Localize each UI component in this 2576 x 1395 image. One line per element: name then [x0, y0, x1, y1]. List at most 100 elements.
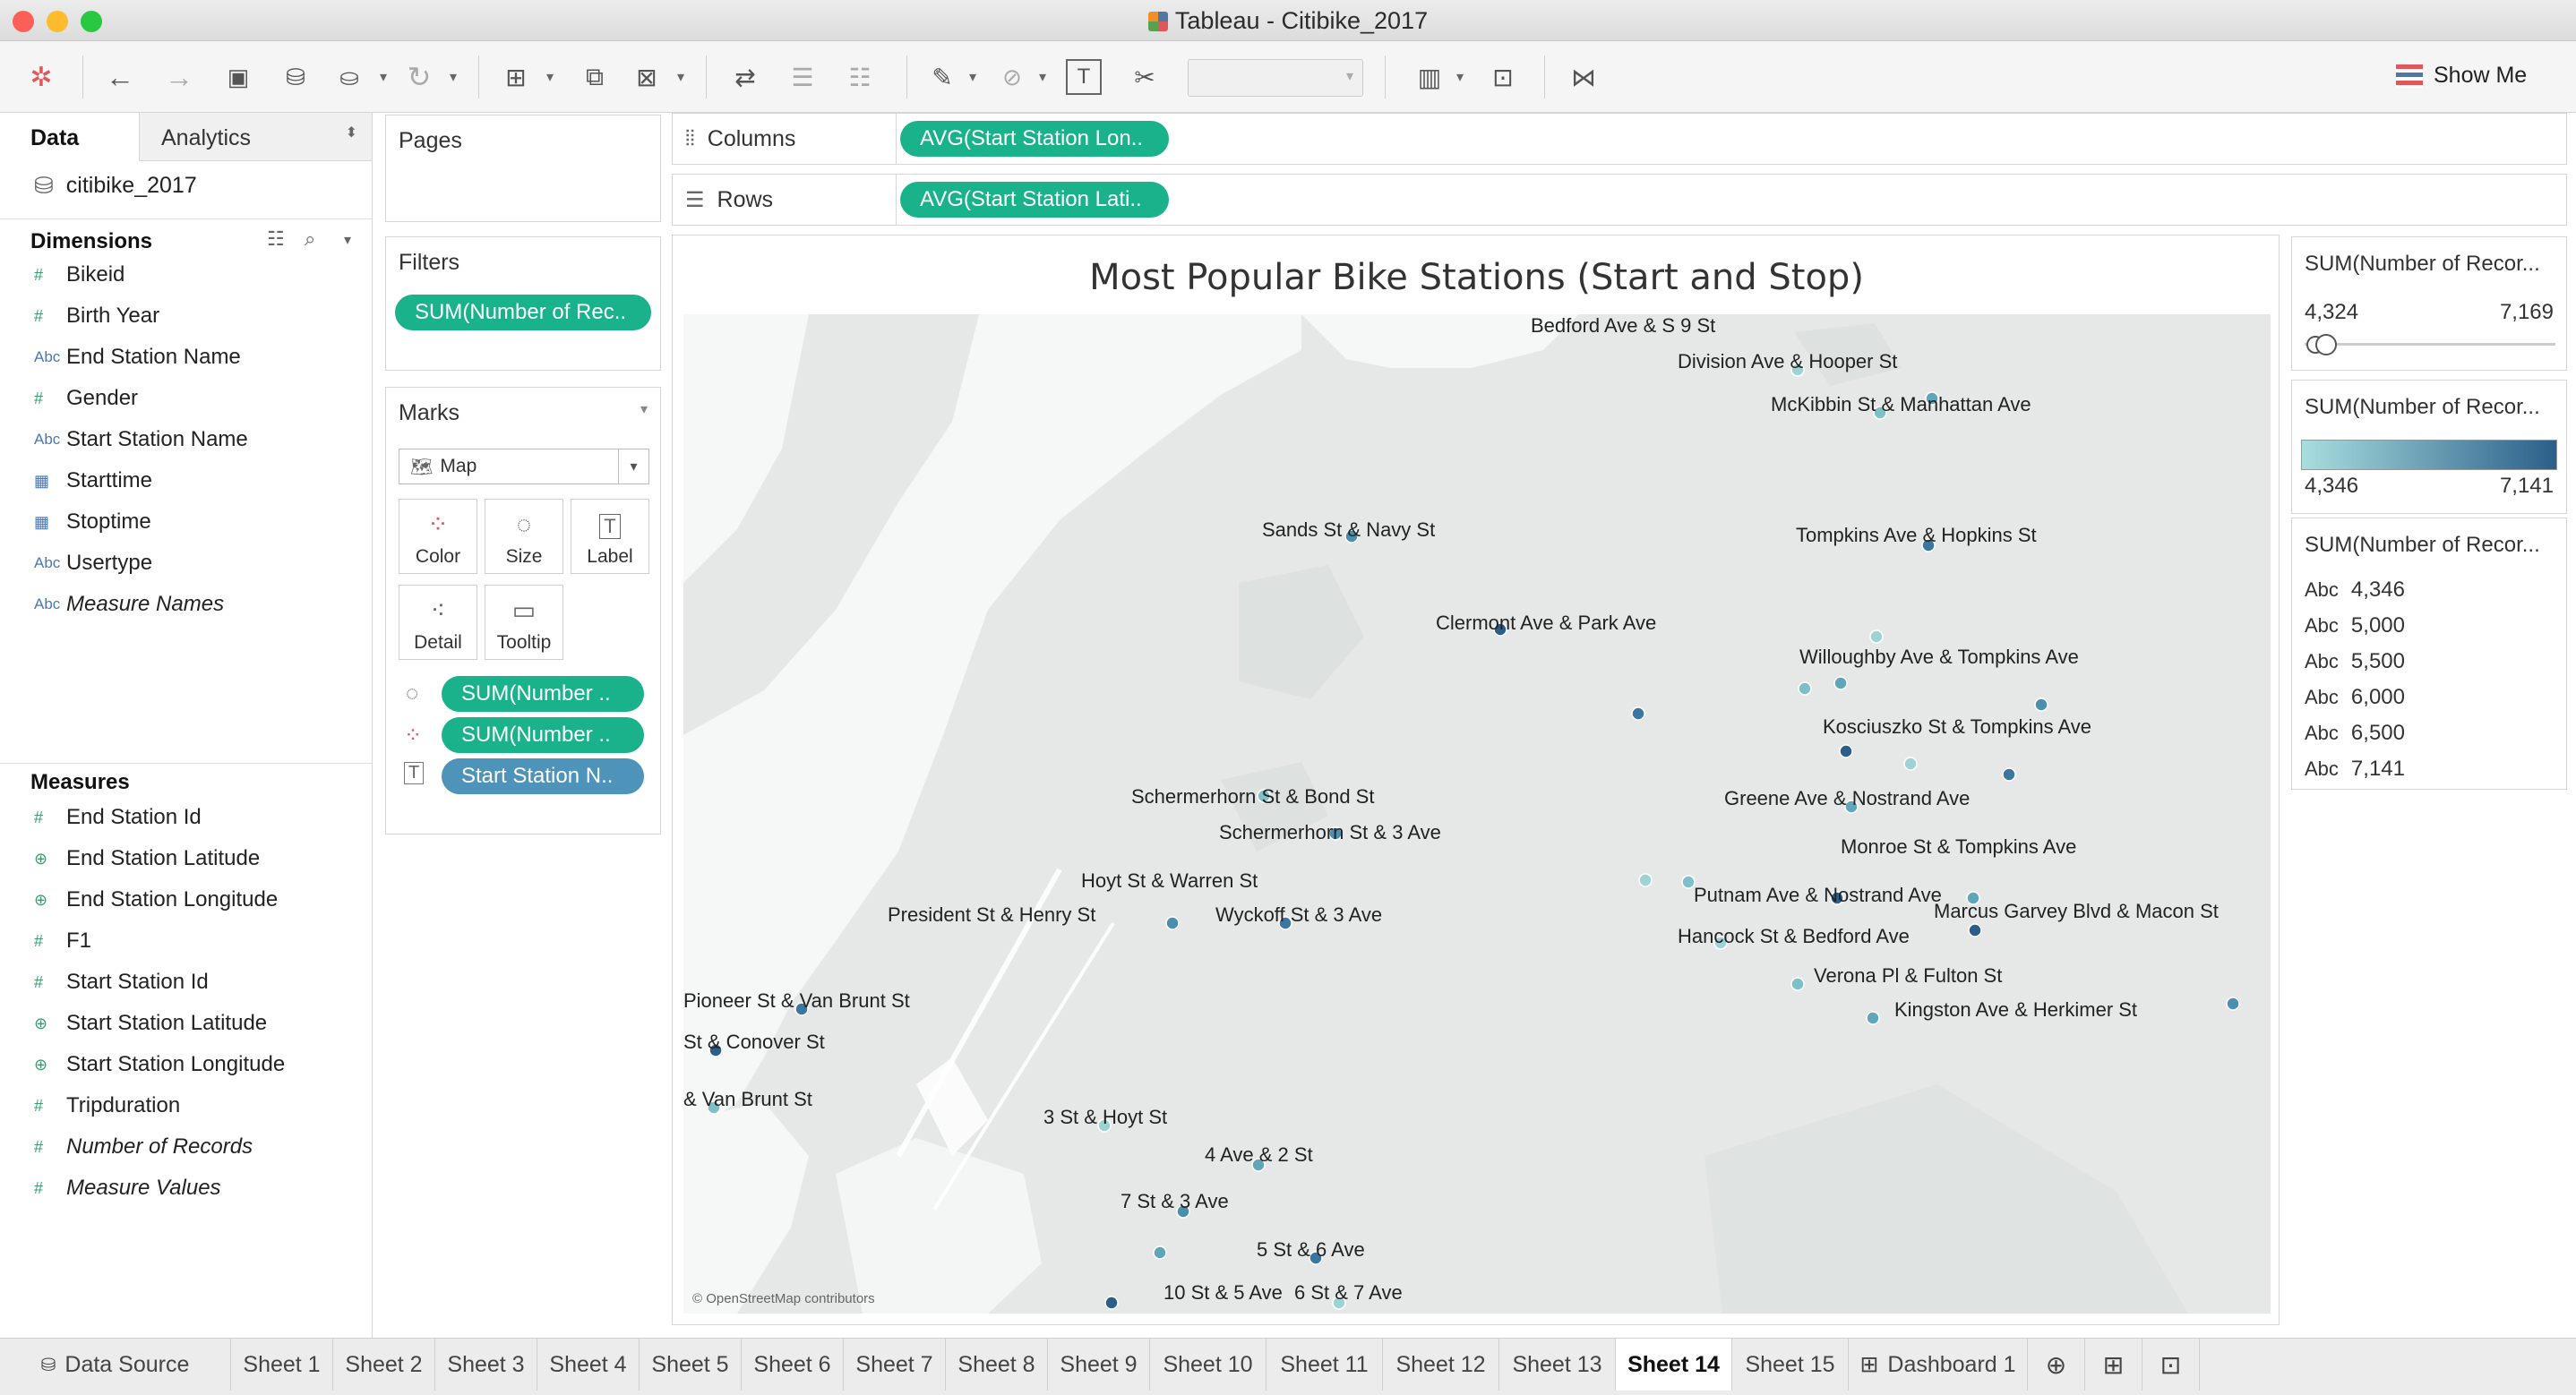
station-label[interactable]: Pioneer St & Van Brunt St: [683, 989, 910, 1013]
station-label[interactable]: Clermont Ave & Park Ave: [1436, 612, 1656, 635]
field-item[interactable]: ▦ Starttime: [34, 466, 152, 496]
tab-sheet[interactable]: Sheet 15: [1732, 1339, 1849, 1391]
chevron-down-icon[interactable]: ▾: [969, 68, 976, 86]
list-view-icon[interactable]: ☷: [267, 227, 285, 251]
label-legend[interactable]: SUM(Number of Recor... Abc 4,346 Abc 5,000 A…: [2291, 518, 2567, 790]
station-label[interactable]: Bedford Ave & S 9 St: [1531, 314, 1715, 338]
highlight-icon[interactable]: ✎: [923, 57, 962, 97]
tab-sheet[interactable]: Sheet 13: [1499, 1339, 1616, 1391]
station-marker[interactable]: [1790, 977, 1805, 991]
chevron-down-icon[interactable]: ▾: [640, 400, 648, 418]
tooltip-button[interactable]: ▭ Tooltip: [485, 585, 563, 660]
station-marker[interactable]: [1631, 706, 1645, 721]
group-members-icon[interactable]: ⊘: [992, 57, 1032, 97]
columns-pill[interactable]: AVG(Start Station Lon..: [900, 121, 1169, 157]
station-label[interactable]: Verona Pl & Fulton St: [1814, 964, 2002, 988]
chevron-down-icon[interactable]: ▾: [450, 68, 457, 86]
station-label[interactable]: Sands St & Navy St: [1262, 518, 1435, 542]
station-label[interactable]: St & Conover St: [683, 1031, 825, 1054]
label-legend-item[interactable]: Abc 5,000: [2305, 613, 2405, 638]
field-item[interactable]: # F1: [34, 926, 91, 956]
station-label[interactable]: 4 Ave & 2 St: [1205, 1143, 1313, 1167]
tab-sheet[interactable]: Sheet 11: [1267, 1339, 1383, 1391]
station-label[interactable]: 3 St & Hoyt St: [1043, 1106, 1167, 1129]
color-legend[interactable]: SUM(Number of Recor... 4,346 7,141: [2291, 380, 2567, 514]
station-label[interactable]: Monroe St & Tompkins Ave: [1841, 835, 2076, 859]
sort-ascending-icon[interactable]: ☰: [783, 57, 822, 97]
field-item[interactable]: Abc End Station Name: [34, 342, 241, 372]
tab-sheet[interactable]: Sheet 3: [435, 1339, 537, 1391]
swap-rows-columns-icon[interactable]: ⇄: [726, 57, 765, 97]
chevron-down-icon[interactable]: ▾: [344, 231, 351, 249]
station-marker[interactable]: [2002, 767, 2016, 782]
field-item[interactable]: ⊕ Start Station Latitude: [34, 1008, 267, 1039]
new-story-icon[interactable]: ⊡: [2142, 1339, 2200, 1391]
station-label[interactable]: President St & Henry St: [888, 903, 1095, 927]
label-legend-item[interactable]: Abc 6,000: [2305, 685, 2405, 710]
rows-pill[interactable]: AVG(Start Station Lati..: [900, 182, 1169, 218]
field-item[interactable]: ⊕ End Station Latitude: [34, 843, 260, 874]
station-label[interactable]: Marcus Garvey Blvd & Macon St: [1934, 900, 2219, 923]
show-mark-labels-icon[interactable]: T: [1066, 59, 1102, 95]
chevron-down-icon[interactable]: ▾: [1039, 68, 1046, 86]
field-item[interactable]: # Start Station Id: [34, 967, 209, 997]
tab-sheet[interactable]: Sheet 4: [537, 1339, 640, 1391]
station-label[interactable]: Schermerhorn St & 3 Ave: [1219, 821, 1441, 844]
new-datasource-icon[interactable]: ⛁: [276, 57, 315, 97]
marks-color-pill[interactable]: SUM(Number ..: [442, 717, 644, 753]
station-marker[interactable]: [1104, 1296, 1119, 1310]
datasource-item[interactable]: ⛁ citibike_2017: [34, 172, 197, 200]
station-marker[interactable]: [1153, 1245, 1167, 1260]
station-marker[interactable]: [1866, 1011, 1880, 1025]
field-item[interactable]: # Tripduration: [34, 1091, 180, 1121]
marks-label-pill[interactable]: Start Station N..: [442, 758, 644, 794]
sort-descending-icon[interactable]: ☷: [840, 57, 880, 97]
duplicate-sheet-icon[interactable]: ⧉: [575, 57, 614, 97]
station-label[interactable]: 5 St & 6 Ave: [1257, 1238, 1365, 1262]
tab-analytics[interactable]: Analytics ⬍: [139, 113, 372, 161]
tab-sheet[interactable]: Sheet 8: [946, 1339, 1048, 1391]
pages-card[interactable]: Pages: [385, 115, 661, 222]
marks-size-pill[interactable]: SUM(Number ..: [442, 676, 644, 712]
label-legend-item[interactable]: Abc 6,500: [2305, 721, 2405, 746]
detail-button[interactable]: ⁖ Detail: [399, 585, 477, 660]
station-label[interactable]: 10 St & 5 Ave: [1163, 1281, 1283, 1305]
mark-type-dropdown[interactable]: 🗺 Map ▾: [399, 449, 649, 484]
station-marker[interactable]: [2226, 997, 2240, 1011]
field-item[interactable]: # Number of Records: [34, 1132, 253, 1162]
label-legend-item[interactable]: Abc 4,346: [2305, 578, 2405, 603]
fit-dropdown[interactable]: ▾: [1188, 59, 1363, 97]
field-item[interactable]: # Measure Values: [34, 1173, 221, 1203]
station-label[interactable]: 7 St & 3 Ave: [1121, 1190, 1229, 1213]
field-item[interactable]: Abc Usertype: [34, 548, 152, 578]
filters-card[interactable]: Filters SUM(Number of Rec..: [385, 236, 661, 371]
station-marker[interactable]: [1833, 676, 1848, 690]
station-label[interactable]: Kosciuszko St & Tompkins Ave: [1823, 715, 2091, 739]
filter-pill[interactable]: SUM(Number of Rec..: [395, 295, 651, 330]
field-item[interactable]: Abc Start Station Name: [34, 424, 248, 455]
field-item[interactable]: # Birth Year: [34, 301, 159, 331]
station-label[interactable]: 6 St & 7 Ave: [1294, 1281, 1403, 1305]
color-button[interactable]: ⁘ Color: [399, 499, 477, 574]
station-label[interactable]: Tompkins Ave & Hopkins St: [1796, 524, 2037, 547]
station-marker[interactable]: [2034, 698, 2048, 712]
new-worksheet-icon[interactable]: ⊞: [496, 57, 536, 97]
tab-sheet[interactable]: Sheet 6: [742, 1339, 844, 1391]
refresh-icon[interactable]: ↻: [399, 57, 439, 97]
station-marker[interactable]: [1638, 873, 1653, 887]
tab-sheet[interactable]: Sheet 12: [1383, 1339, 1499, 1391]
station-label[interactable]: Willoughby Ave & Tompkins Ave: [1799, 646, 2079, 669]
label-legend-item[interactable]: Abc 5,500: [2305, 649, 2405, 674]
field-item[interactable]: # Bikeid: [34, 260, 125, 290]
tab-dashboard[interactable]: ⊞ Dashboard 1: [1849, 1339, 2028, 1391]
columns-shelf[interactable]: ⦙⦙ Columns AVG(Start Station Lon..: [672, 113, 2567, 165]
tab-sheet[interactable]: Sheet 14: [1616, 1339, 1732, 1391]
station-label[interactable]: Schermerhorn St & Bond St: [1131, 785, 1374, 809]
show-me-button[interactable]: Show Me: [2396, 63, 2527, 89]
map-view[interactable]: Bedford Ave & S 9 St Division Ave & Hoope…: [683, 314, 2271, 1314]
tab-sheet[interactable]: Sheet 2: [333, 1339, 435, 1391]
station-label[interactable]: & Van Brunt St: [683, 1088, 812, 1111]
tab-data-source[interactable]: ⛁ Data Source: [0, 1339, 231, 1391]
show-cards-icon[interactable]: ▥: [1410, 57, 1449, 97]
tab-sheet[interactable]: Sheet 9: [1048, 1339, 1150, 1391]
